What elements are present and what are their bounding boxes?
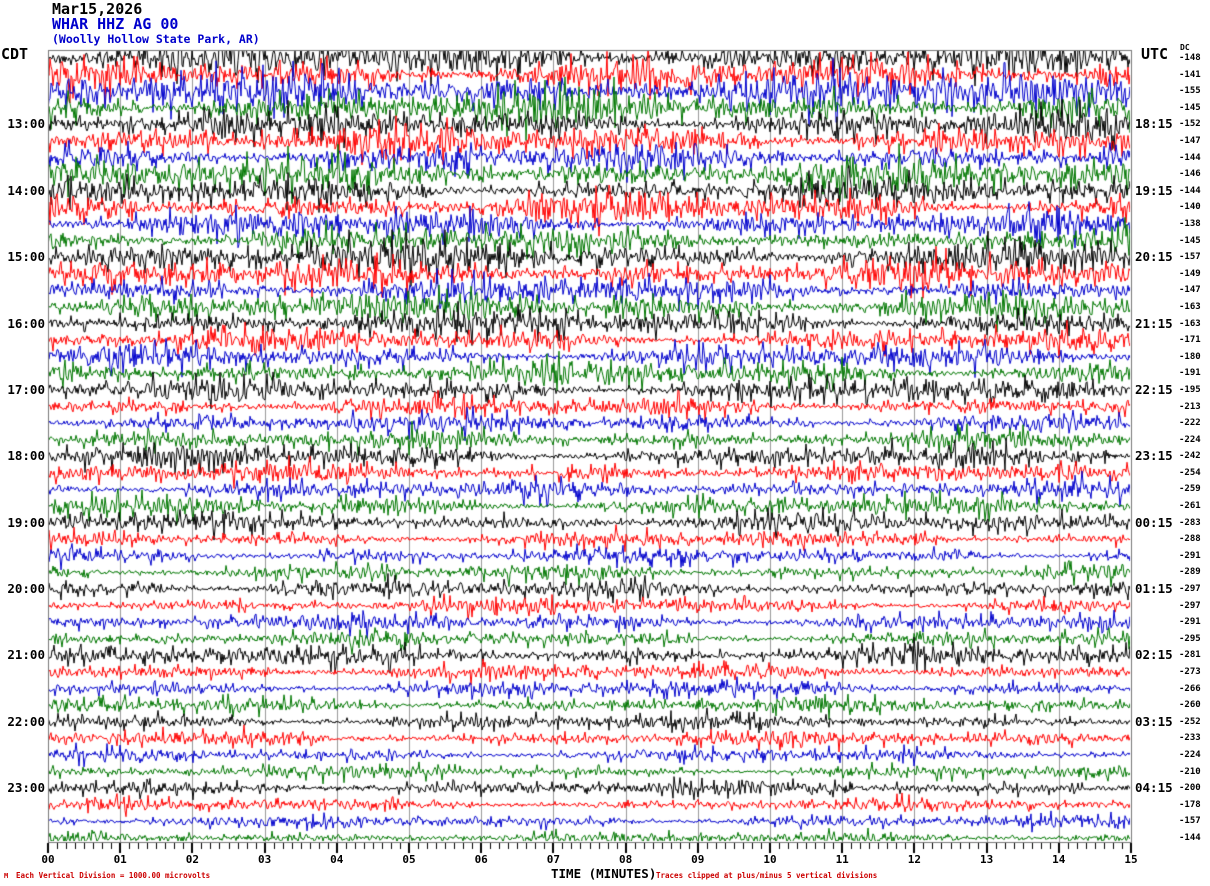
dc-offset-value: -291: [1179, 617, 1201, 628]
x-tick-label: 01: [113, 853, 127, 866]
utc-hour-label: 04:15: [1135, 780, 1173, 796]
dc-offset-value: -145: [1179, 235, 1201, 246]
dc-offset-value: -157: [1179, 252, 1201, 263]
dc-offset-value: -141: [1179, 69, 1201, 80]
utc-hour-label: 22:15: [1135, 381, 1173, 397]
dc-offset-value: -147: [1179, 285, 1201, 296]
dc-offset-value: -178: [1179, 799, 1201, 810]
dc-offset-value: -233: [1179, 733, 1201, 744]
dc-offset-value: -149: [1179, 268, 1201, 279]
x-tick-label: 15: [1124, 853, 1138, 866]
utc-hour-label: 19:15: [1135, 182, 1173, 198]
cdt-hour-label: 14:00: [7, 182, 45, 198]
dc-offset-value: -140: [1179, 202, 1201, 213]
header-station: WHAR HHZ AG 00: [52, 15, 179, 33]
seismogram-plot: [0, 0, 1210, 886]
dc-offset-value: -145: [1179, 102, 1201, 113]
dc-offset-value: -297: [1179, 600, 1201, 611]
utc-hour-label: 02:15: [1135, 647, 1173, 663]
dc-offset-value: -144: [1179, 833, 1201, 843]
dc-offset-value: -273: [1179, 667, 1201, 678]
dc-offset-value: -261: [1179, 501, 1201, 512]
dc-offset-value: -283: [1179, 517, 1201, 528]
dc-offset-value: -259: [1179, 484, 1201, 495]
cdt-hour-label: 21:00: [7, 647, 45, 663]
utc-hour-label: 21:15: [1135, 315, 1173, 331]
dc-offset-value: -144: [1179, 152, 1201, 163]
scale-note: Each Vertical Division = 1000.00 microvo…: [16, 871, 211, 880]
x-tick-label: 11: [835, 853, 849, 866]
dc-offset-value: -213: [1179, 401, 1201, 412]
utc-hour-label: 20:15: [1135, 249, 1173, 265]
x-tick-label: 07: [546, 853, 561, 866]
dc-offset-value: -200: [1179, 783, 1201, 794]
x-tick-label: 00: [41, 853, 55, 866]
x-tick-label: 08: [618, 853, 633, 866]
dc-offset-value: -224: [1179, 434, 1201, 445]
utc-hour-label: 01:15: [1135, 581, 1173, 597]
dc-offset-value: -254: [1179, 467, 1201, 478]
dc-offset-value: -163: [1179, 318, 1201, 329]
x-tick-label: 06: [474, 853, 488, 866]
dc-offset-value: -288: [1179, 534, 1201, 545]
dc-offset-value: -289: [1179, 567, 1201, 578]
dc-offset-value: -157: [1179, 816, 1201, 827]
cdt-hour-label: 22:00: [7, 713, 45, 729]
x-tick-label: 09: [691, 853, 705, 866]
cdt-hour-label: 15:00: [7, 249, 45, 265]
dc-offset-value: -155: [1179, 86, 1201, 97]
dc-offset-value: -138: [1179, 218, 1201, 229]
dc-offset-value: -210: [1179, 766, 1201, 777]
dc-offset-value: -180: [1179, 351, 1201, 362]
cdt-hour-label: 13:00: [7, 116, 45, 132]
dc-offset-value: -147: [1179, 135, 1201, 146]
dc-offset-value: -146: [1179, 169, 1201, 180]
cdt-hour-label: 16:00: [7, 315, 45, 331]
x-tick-label: 02: [185, 853, 200, 866]
x-tick-label: 12: [907, 853, 922, 866]
x-tick-label: 10: [763, 853, 777, 866]
cdt-hour-label: 17:00: [7, 381, 45, 397]
dc-offset-value: -242: [1179, 451, 1201, 462]
cdt-hour-label: 20:00: [7, 581, 45, 597]
utc-hour-label: 18:15: [1135, 116, 1173, 132]
cdt-hour-label: 19:00: [7, 514, 45, 530]
dc-offset-value: -266: [1179, 683, 1201, 694]
dc-offset-value: -222: [1179, 418, 1201, 429]
right-timezone-label: UTC: [1141, 45, 1169, 63]
dc-offset-value: -260: [1179, 700, 1201, 711]
dc-offset-value: -281: [1179, 650, 1201, 661]
x-tick-label: 03: [257, 853, 272, 866]
x-tick-label: 05: [402, 853, 416, 866]
dc-offset-label: DC: [1180, 43, 1190, 52]
dc-offset-value: -224: [1179, 750, 1201, 761]
logo-mark: M: [4, 872, 9, 880]
dc-offset-value: -252: [1179, 716, 1201, 727]
dc-offset-value: -291: [1179, 550, 1201, 561]
dc-offset-value: -295: [1179, 633, 1201, 644]
dc-offset-value: -163: [1179, 301, 1201, 312]
header-location: (Woolly Hollow State Park, AR): [52, 32, 260, 46]
cdt-hour-label: 23:00: [7, 780, 45, 796]
utc-hour-label: 03:15: [1135, 713, 1173, 729]
x-tick-label: 04: [330, 853, 344, 866]
dc-offset-value: -297: [1179, 584, 1201, 595]
dc-offset-value: -191: [1179, 368, 1201, 379]
x-tick-label: 13: [979, 853, 994, 866]
utc-hour-label: 00:15: [1135, 514, 1173, 530]
dc-offset-value: -148: [1179, 53, 1201, 63]
cdt-hour-label: 18:00: [7, 448, 45, 464]
utc-hour-label: 23:15: [1135, 448, 1173, 464]
x-tick-label: 14: [1052, 853, 1066, 866]
dc-offset-value: -152: [1179, 119, 1201, 130]
dc-offset-value: -195: [1179, 384, 1201, 395]
clip-note: Traces clipped at plus/minus 5 vertical …: [656, 871, 878, 880]
dc-offset-value: -171: [1179, 335, 1201, 346]
dc-offset-value: -144: [1179, 185, 1201, 196]
x-axis-title: TIME (MINUTES): [551, 866, 657, 881]
left-timezone-label: CDT: [1, 45, 29, 63]
helicorder-page: Mar15,2026 WHAR HHZ AG 00 (Woolly Hollow…: [0, 0, 1210, 886]
